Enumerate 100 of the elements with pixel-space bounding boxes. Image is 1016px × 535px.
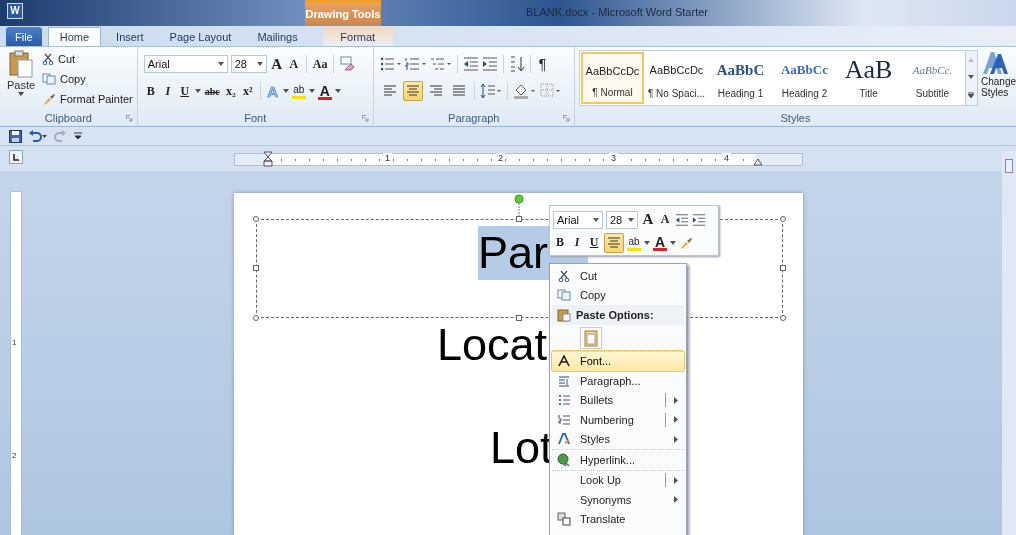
menu-item[interactable]: Font...	[552, 350, 684, 371]
submenu-arrow-icon	[674, 435, 678, 443]
ribbon-tab[interactable]: File	[6, 27, 42, 46]
increase-indent-icon[interactable]	[481, 57, 498, 71]
copy-button[interactable]: Copy	[42, 70, 133, 88]
resize-handle[interactable]	[780, 315, 786, 321]
bold-button[interactable]: B	[553, 232, 567, 253]
grow-font-button[interactable]: A	[641, 209, 655, 230]
menu-item[interactable]: Numbering	[552, 410, 684, 430]
underline-button[interactable]: U	[587, 232, 601, 253]
underline-button[interactable]: U	[177, 81, 192, 101]
contextual-tab-group: Drawing Tools	[305, 0, 381, 26]
italic-button[interactable]: I	[570, 232, 584, 253]
caret-icon[interactable]	[308, 89, 315, 93]
highlight-button[interactable]: ab	[291, 83, 306, 99]
paste-button[interactable]: Paste	[4, 50, 38, 110]
caret-icon[interactable]	[194, 89, 201, 93]
bullets-icon[interactable]	[379, 57, 402, 71]
undo-icon[interactable]	[28, 129, 48, 143]
center-align-button[interactable]	[604, 232, 624, 253]
resize-handle[interactable]	[253, 315, 259, 321]
caret-icon[interactable]	[282, 89, 289, 93]
align-center-icon	[607, 236, 621, 249]
format-painter-button[interactable]: Format Painter	[42, 90, 133, 108]
menu-item[interactable]: Look Up	[552, 469, 684, 490]
rotation-handle[interactable]	[514, 194, 524, 216]
resize-handle[interactable]	[780, 265, 786, 271]
change-styles-button[interactable]: Change Styles	[980, 50, 1016, 110]
app-icon[interactable]: W	[7, 3, 23, 19]
grow-font-button[interactable]: A	[269, 54, 284, 74]
save-icon[interactable]	[9, 129, 22, 143]
italic-button[interactable]: I	[160, 81, 175, 101]
bold-button[interactable]: B	[143, 81, 158, 101]
style-tile[interactable]: AaB Title	[836, 52, 900, 104]
increase-indent-icon[interactable]	[692, 212, 706, 227]
resize-handle[interactable]	[516, 216, 522, 222]
resize-handle[interactable]	[780, 216, 786, 222]
ribbon-tab[interactable]: Insert	[105, 27, 155, 46]
scissors-icon	[42, 53, 54, 65]
shrink-font-button[interactable]: A	[658, 209, 672, 230]
paintbrush-icon[interactable]	[679, 235, 693, 250]
align-center-icon	[405, 85, 420, 97]
menu-item[interactable]: Translate	[552, 509, 684, 529]
ribbon-tab[interactable]: Format	[322, 27, 393, 46]
align-button[interactable]	[402, 81, 423, 101]
group-label: Clipboard	[44, 112, 92, 124]
superscript-button[interactable]: x²	[240, 81, 255, 101]
menu-item[interactable]: Copy	[552, 285, 684, 305]
style-tile[interactable]: AaBbCc. Subtitle	[900, 52, 964, 104]
menu-item[interactable]: Paragraph...	[552, 371, 684, 391]
menu-item[interactable]: Styles	[552, 429, 684, 449]
resize-handle[interactable]	[253, 265, 259, 271]
caret-icon[interactable]	[334, 89, 341, 93]
resize-handle[interactable]	[253, 216, 259, 222]
change-case-button[interactable]: Aa	[311, 54, 329, 74]
right-indent-marker-icon[interactable]	[753, 158, 763, 166]
style-tile[interactable]: AaBbC Heading 1	[708, 52, 772, 104]
cut-button[interactable]: Cut	[42, 50, 133, 68]
sort-icon[interactable]	[508, 56, 525, 72]
font-color-button[interactable]: A	[317, 82, 332, 100]
line-spacing-icon[interactable]	[479, 83, 502, 99]
subscript-button[interactable]: x₂	[223, 81, 238, 101]
menu-item[interactable]: Bullets	[552, 390, 684, 410]
style-tile[interactable]: AaBbCcDc ¶ Normal	[580, 52, 644, 104]
resize-handle[interactable]	[516, 315, 522, 321]
font-size-field[interactable]: 28	[230, 55, 267, 73]
customize-toolbar-icon[interactable]	[73, 131, 83, 141]
ruler-number: 3	[609, 153, 618, 163]
more-icon[interactable]	[968, 92, 975, 99]
strikethrough-button[interactable]: abc	[203, 81, 221, 101]
eraser-icon[interactable]	[339, 56, 356, 72]
menu-item[interactable]: Synonyms	[552, 490, 684, 510]
menu-item[interactable]: Hyperlink...	[552, 449, 684, 470]
font-name-field[interactable]: Arial	[553, 210, 603, 229]
multilevel-list-icon[interactable]	[429, 57, 452, 71]
scroll-down-icon[interactable]	[968, 75, 975, 79]
font-name-field[interactable]: Arial	[143, 55, 228, 73]
font-size-field[interactable]: 28	[606, 210, 638, 229]
ribbon-tab[interactable]: Page Layout	[158, 27, 243, 46]
ribbon-tab[interactable]: Home	[47, 27, 102, 46]
ruler-number: 1	[12, 338, 17, 347]
highlight-button[interactable]: ab	[627, 234, 641, 251]
shading-icon[interactable]	[512, 83, 537, 99]
indent-marker-icon[interactable]	[263, 151, 273, 167]
show-formatting-button[interactable]: ¶	[535, 54, 550, 74]
group-label: Font	[244, 112, 267, 124]
tab-selector-icon[interactable]	[9, 150, 23, 164]
shrink-font-button[interactable]: A	[286, 54, 301, 74]
style-tile[interactable]: AaBbCcDc ¶ No Spaci...	[644, 52, 708, 104]
split-handle-icon[interactable]	[1005, 159, 1013, 173]
submenu-arrow-icon	[674, 476, 678, 484]
caret-icon	[628, 217, 634, 222]
style-tile[interactable]: AaBbCc Heading 2	[772, 52, 836, 104]
font-color-button[interactable]: A	[653, 234, 667, 251]
decrease-indent-icon[interactable]	[675, 212, 689, 227]
caret-icon[interactable]	[644, 240, 650, 245]
ribbon-tab[interactable]: Mailings	[246, 27, 309, 46]
decrease-indent-icon[interactable]	[462, 57, 479, 71]
caret-icon[interactable]	[670, 240, 676, 245]
document-text: Locat	[437, 318, 549, 372]
